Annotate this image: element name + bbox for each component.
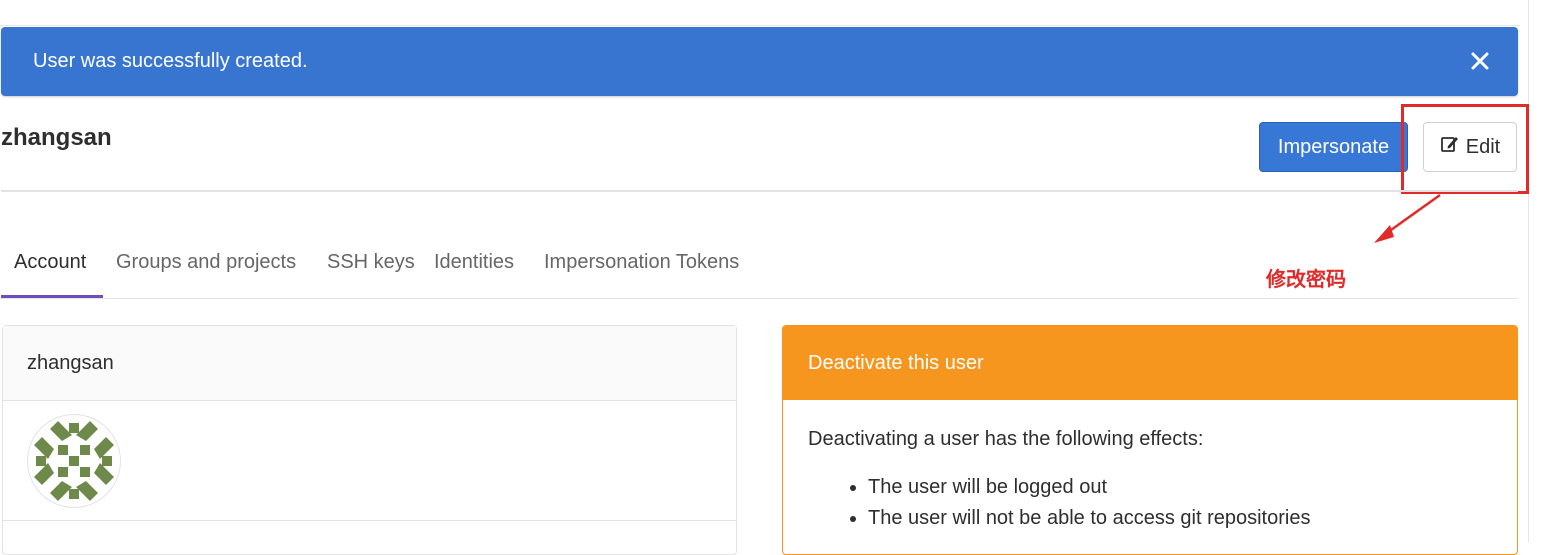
edit-button-label: Edit — [1465, 135, 1501, 158]
user-card-divider — [3, 520, 736, 521]
tab-ssh-keys[interactable]: SSH keys — [327, 251, 415, 274]
list-item: The user will not be able to access git … — [868, 506, 1493, 531]
tab-identities[interactable]: Identities — [434, 251, 514, 274]
top-bar-edge — [0, 0, 1520, 26]
deactivate-user-card: Deactivate this user Deactivating a user… — [782, 325, 1518, 555]
active-tab-indicator — [1, 295, 103, 298]
edit-icon — [1440, 134, 1460, 160]
user-info-card: zhangsan — [2, 325, 737, 555]
tab-impersonation-tokens[interactable]: Impersonation Tokens — [544, 251, 739, 274]
flash-message: User was successfully created. — [33, 50, 308, 72]
user-card-header: zhangsan — [3, 326, 736, 401]
list-item: The user will be logged out — [868, 475, 1493, 500]
impersonate-button-label: Impersonate — [1277, 135, 1390, 158]
deactivate-card-body: Deactivating a user has the following ef… — [783, 400, 1517, 531]
deactivate-intro: Deactivating a user has the following ef… — [808, 428, 1204, 450]
deactivate-card-header: Deactivate this user — [783, 326, 1517, 400]
tab-groups-and-projects[interactable]: Groups and projects — [116, 251, 296, 274]
header-divider — [1, 190, 1518, 192]
flash-notice: User was successfully created. — [1, 27, 1518, 96]
avatar — [27, 414, 121, 508]
deactivate-title: Deactivate this user — [808, 351, 984, 374]
identicon-icon — [34, 421, 114, 501]
edit-button[interactable]: Edit — [1423, 122, 1517, 172]
user-tabs: Account Groups and projects SSH keys Ide… — [1, 233, 1518, 299]
close-icon[interactable] — [1468, 49, 1492, 73]
tab-account[interactable]: Account — [14, 251, 86, 274]
user-card-username: zhangsan — [27, 351, 114, 374]
page-scrollbar[interactable] — [1528, 0, 1546, 542]
impersonate-button[interactable]: Impersonate — [1259, 122, 1408, 172]
deactivate-effects-list: The user will be logged out The user wil… — [808, 475, 1493, 531]
page-title: zhangsan — [1, 124, 112, 151]
